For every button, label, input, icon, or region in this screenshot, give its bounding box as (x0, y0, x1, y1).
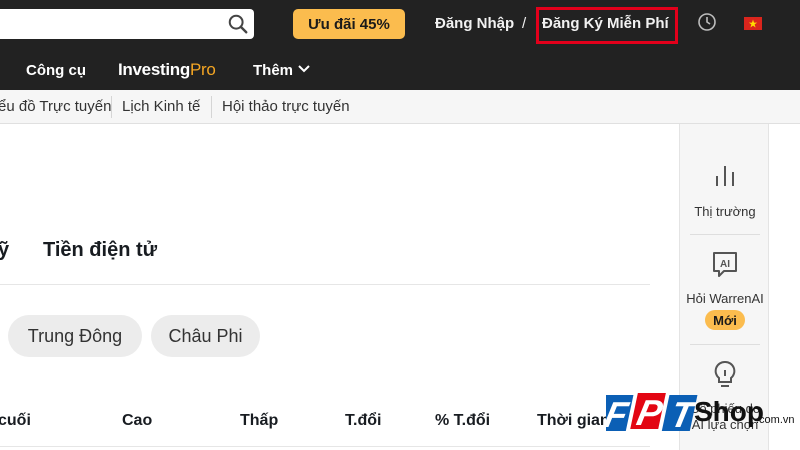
region-pill-middle-east[interactable]: Trung Đông (8, 315, 142, 357)
column-last[interactable]: cuối (0, 412, 31, 430)
new-badge: Mới (705, 310, 745, 330)
register-link[interactable]: Đăng Ký Miễn Phí (542, 15, 669, 32)
subnav-divider (211, 96, 212, 118)
pro-brand-suffix: Pro (189, 60, 216, 79)
nav-more[interactable]: Thêm (253, 62, 293, 79)
auth-separator: / (522, 15, 527, 32)
clock-icon[interactable] (697, 12, 717, 32)
subnav-divider (111, 96, 112, 118)
fpt-shop-watermark-logo: F P T Shop .com.vn (606, 392, 795, 435)
bar-chart-icon[interactable] (713, 164, 737, 188)
sidebar-divider (690, 234, 760, 235)
column-high[interactable]: Cao (122, 412, 152, 430)
login-link[interactable]: Đăng Nhập (435, 15, 514, 32)
subnav-economic-calendar[interactable]: Lịch Kinh tế (122, 98, 200, 115)
region-pill-africa[interactable]: Châu Phi (151, 315, 260, 357)
vietnam-flag-icon[interactable] (744, 17, 762, 30)
nav-tools[interactable]: Công cụ (26, 62, 86, 79)
subnav-webinars[interactable]: Hội thảo trực tuyến (222, 98, 350, 115)
pro-brand-name: Investing (118, 60, 190, 79)
sidebar-divider (690, 344, 760, 345)
column-low[interactable]: Thấp (240, 412, 278, 430)
search-input[interactable] (0, 9, 254, 39)
top-header: Ưu đãi 45% Đăng Nhập / Đăng Ký Miễn Phí (0, 0, 800, 50)
promo-button[interactable]: Ưu đãi 45% (293, 9, 405, 39)
watermark-shop: Shop (694, 396, 764, 427)
nav-investing-pro[interactable]: InvestingPro (118, 60, 216, 80)
column-change[interactable]: T.đổi (345, 412, 381, 430)
column-time[interactable]: Thời gian (537, 412, 610, 430)
search-icon[interactable] (227, 13, 249, 35)
table-header-divider (0, 446, 650, 447)
tab-partial[interactable]: ỹ (0, 239, 9, 262)
main-nav: Công cụ InvestingPro Thêm (0, 50, 800, 90)
subnav-live-charts[interactable]: ểu đồ Trực tuyến (0, 98, 111, 115)
svg-text:AI: AI (720, 259, 730, 270)
chevron-down-icon[interactable] (298, 65, 310, 73)
watermark-domain: .com.vn (756, 414, 795, 426)
tabs-divider (0, 284, 650, 285)
sidebar-item-warrenai[interactable]: Hỏi WarrenAI (680, 291, 770, 306)
column-change-percent[interactable]: % T.đổi (435, 412, 490, 430)
tab-crypto[interactable]: Tiền điện tử (43, 239, 157, 262)
sub-nav: ểu đồ Trực tuyến Lịch Kinh tế Hội thảo t… (0, 90, 800, 124)
ai-chat-icon[interactable]: AI (711, 250, 739, 278)
sidebar-item-markets[interactable]: Thị trường (680, 204, 770, 219)
